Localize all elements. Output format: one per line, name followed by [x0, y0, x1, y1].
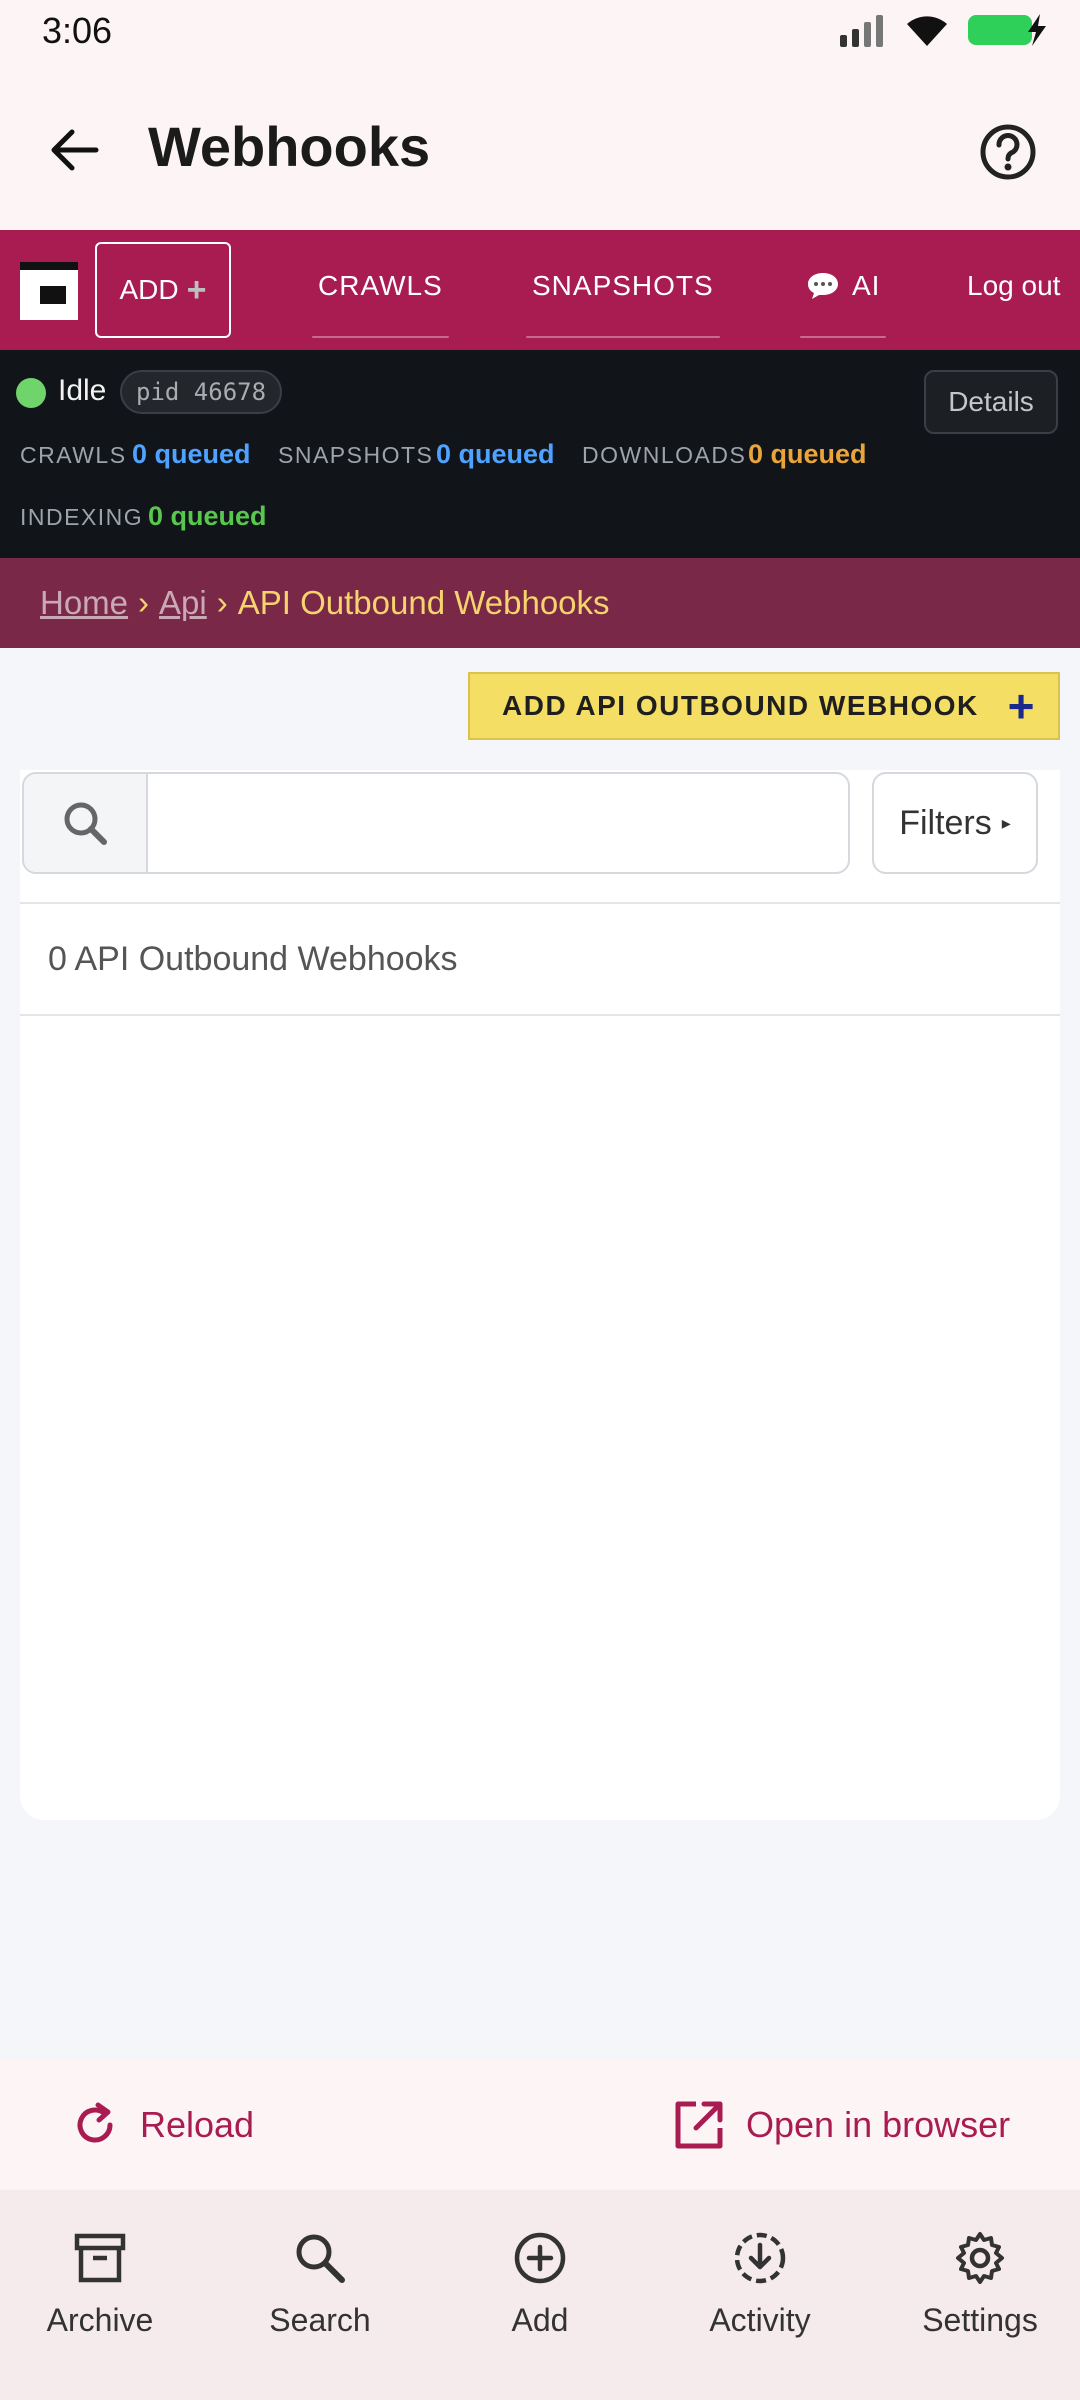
pid-badge: pid 46678	[120, 370, 283, 414]
breadcrumb-separator: ›	[138, 584, 150, 621]
queue-label-downloads: DOWNLOADS	[582, 442, 747, 468]
bottom-nav-label: Settings	[922, 2302, 1038, 2338]
status-time: 3:06	[42, 10, 113, 51]
bottom-nav: Archive Search Add Activity Settings	[0, 2190, 1080, 2400]
breadcrumb-home[interactable]: Home	[40, 584, 128, 622]
bottom-nav-label: Archive	[46, 2302, 154, 2338]
status-dot	[16, 378, 46, 408]
results-card: Filters ▸ 0 API Outbound Webhooks	[20, 770, 1060, 1820]
nav-underline	[800, 336, 887, 338]
arrow-left-icon	[51, 129, 99, 171]
nav-link-ai[interactable]: AI	[800, 270, 887, 338]
filters-label: Filters	[899, 803, 992, 842]
bottom-nav-archive[interactable]: Archive	[0, 2230, 200, 2339]
bottom-nav-search[interactable]: Search	[220, 2230, 420, 2339]
triangle-right-icon: ▸	[1001, 812, 1011, 833]
breadcrumb-separator: ›	[216, 584, 228, 621]
nav-add-label: ADD	[119, 274, 179, 305]
open-in-browser-label: Open in browser	[746, 2104, 1011, 2145]
bottom-nav-add[interactable]: Add	[440, 2230, 640, 2339]
app-bar: Webhooks	[0, 62, 1080, 230]
search-icon-box[interactable]	[24, 774, 148, 872]
nav-underline	[312, 336, 449, 338]
add-webhook-button[interactable]: ADD API OUTBOUND WEBHOOK +	[468, 672, 1060, 740]
web-nav-bar: ADD + CRAWLS SNAPSHOTS AI Log out	[0, 230, 1080, 350]
plus-icon: +	[186, 270, 207, 309]
page-title: Webhooks	[148, 115, 431, 178]
breadcrumb: Home › Api › API Outbound Webhooks	[0, 558, 1080, 648]
breadcrumb-api[interactable]: Api	[159, 584, 207, 622]
search-icon	[296, 2234, 345, 2283]
nav-link-label: CRAWLS	[318, 270, 443, 301]
queue-value-crawls: 0 queued	[132, 439, 251, 469]
orchestrator-status-panel: Idle pid 46678 Details CRAWLS 0 queued S…	[0, 350, 1080, 558]
archive-icon	[74, 2233, 126, 2283]
search-bar	[22, 772, 850, 874]
back-button[interactable]	[36, 112, 112, 188]
wifi-icon	[907, 16, 947, 46]
reload-label: Reload	[140, 2104, 255, 2145]
status-icons	[838, 12, 1050, 48]
details-button[interactable]: Details	[924, 370, 1058, 434]
bottom-nav-settings[interactable]: Settings	[880, 2230, 1080, 2339]
help-button[interactable]	[970, 114, 1046, 190]
nav-link-label: Log out	[967, 270, 1061, 301]
gear-icon	[956, 2232, 1004, 2284]
orchestrator-state: Idle	[58, 374, 107, 407]
bottom-nav-activity[interactable]: Activity	[660, 2230, 860, 2339]
help-circle-icon	[980, 124, 1036, 180]
queue-value-downloads: 0 queued	[748, 439, 867, 469]
reload-button[interactable]: Reload	[70, 2060, 254, 2190]
battery-charging-icon	[968, 14, 1046, 46]
archivebox-logo[interactable]	[20, 262, 78, 320]
nav-link-snapshots[interactable]: SNAPSHOTS	[526, 270, 720, 338]
status-bar: 3:06	[0, 0, 1080, 62]
download-progress-icon	[734, 2232, 786, 2284]
nav-link-label: AI	[852, 270, 881, 301]
queue-value-snapshots: 0 queued	[436, 439, 555, 469]
queue-label-snapshots: SNAPSHOTS	[278, 442, 434, 468]
nav-underline	[526, 336, 720, 338]
filters-button[interactable]: Filters ▸	[872, 772, 1038, 874]
nav-link-crawls[interactable]: CRAWLS	[312, 270, 449, 338]
add-circle-icon	[514, 2232, 566, 2284]
plus-icon: +	[1007, 680, 1036, 732]
signal-icon	[840, 15, 883, 47]
add-webhook-label: ADD API OUTBOUND WEBHOOK	[502, 690, 979, 721]
results-count: 0 API Outbound Webhooks	[20, 902, 1060, 1016]
queue-label-crawls: CRAWLS	[20, 442, 127, 468]
nav-link-logout[interactable]: Log out	[967, 270, 1060, 302]
chat-bubble-icon	[808, 273, 838, 299]
search-icon	[64, 802, 107, 845]
nav-link-label: SNAPSHOTS	[532, 270, 714, 301]
nav-add-button[interactable]: ADD +	[95, 242, 231, 338]
queue-label-indexing: INDEXING	[20, 504, 144, 530]
open-external-icon	[675, 2101, 723, 2149]
queue-value-indexing: 0 queued	[148, 501, 267, 531]
bottom-nav-label: Add	[511, 2302, 569, 2338]
reload-icon	[77, 2102, 113, 2143]
breadcrumb-current: API Outbound Webhooks	[237, 584, 610, 621]
bottom-nav-label: Search	[269, 2302, 371, 2338]
search-input[interactable]	[150, 774, 848, 872]
open-in-browser-button[interactable]: Open in browser	[672, 2060, 1010, 2190]
action-bar: Reload Open in browser	[0, 2060, 1080, 2190]
bottom-nav-label: Activity	[709, 2302, 811, 2338]
